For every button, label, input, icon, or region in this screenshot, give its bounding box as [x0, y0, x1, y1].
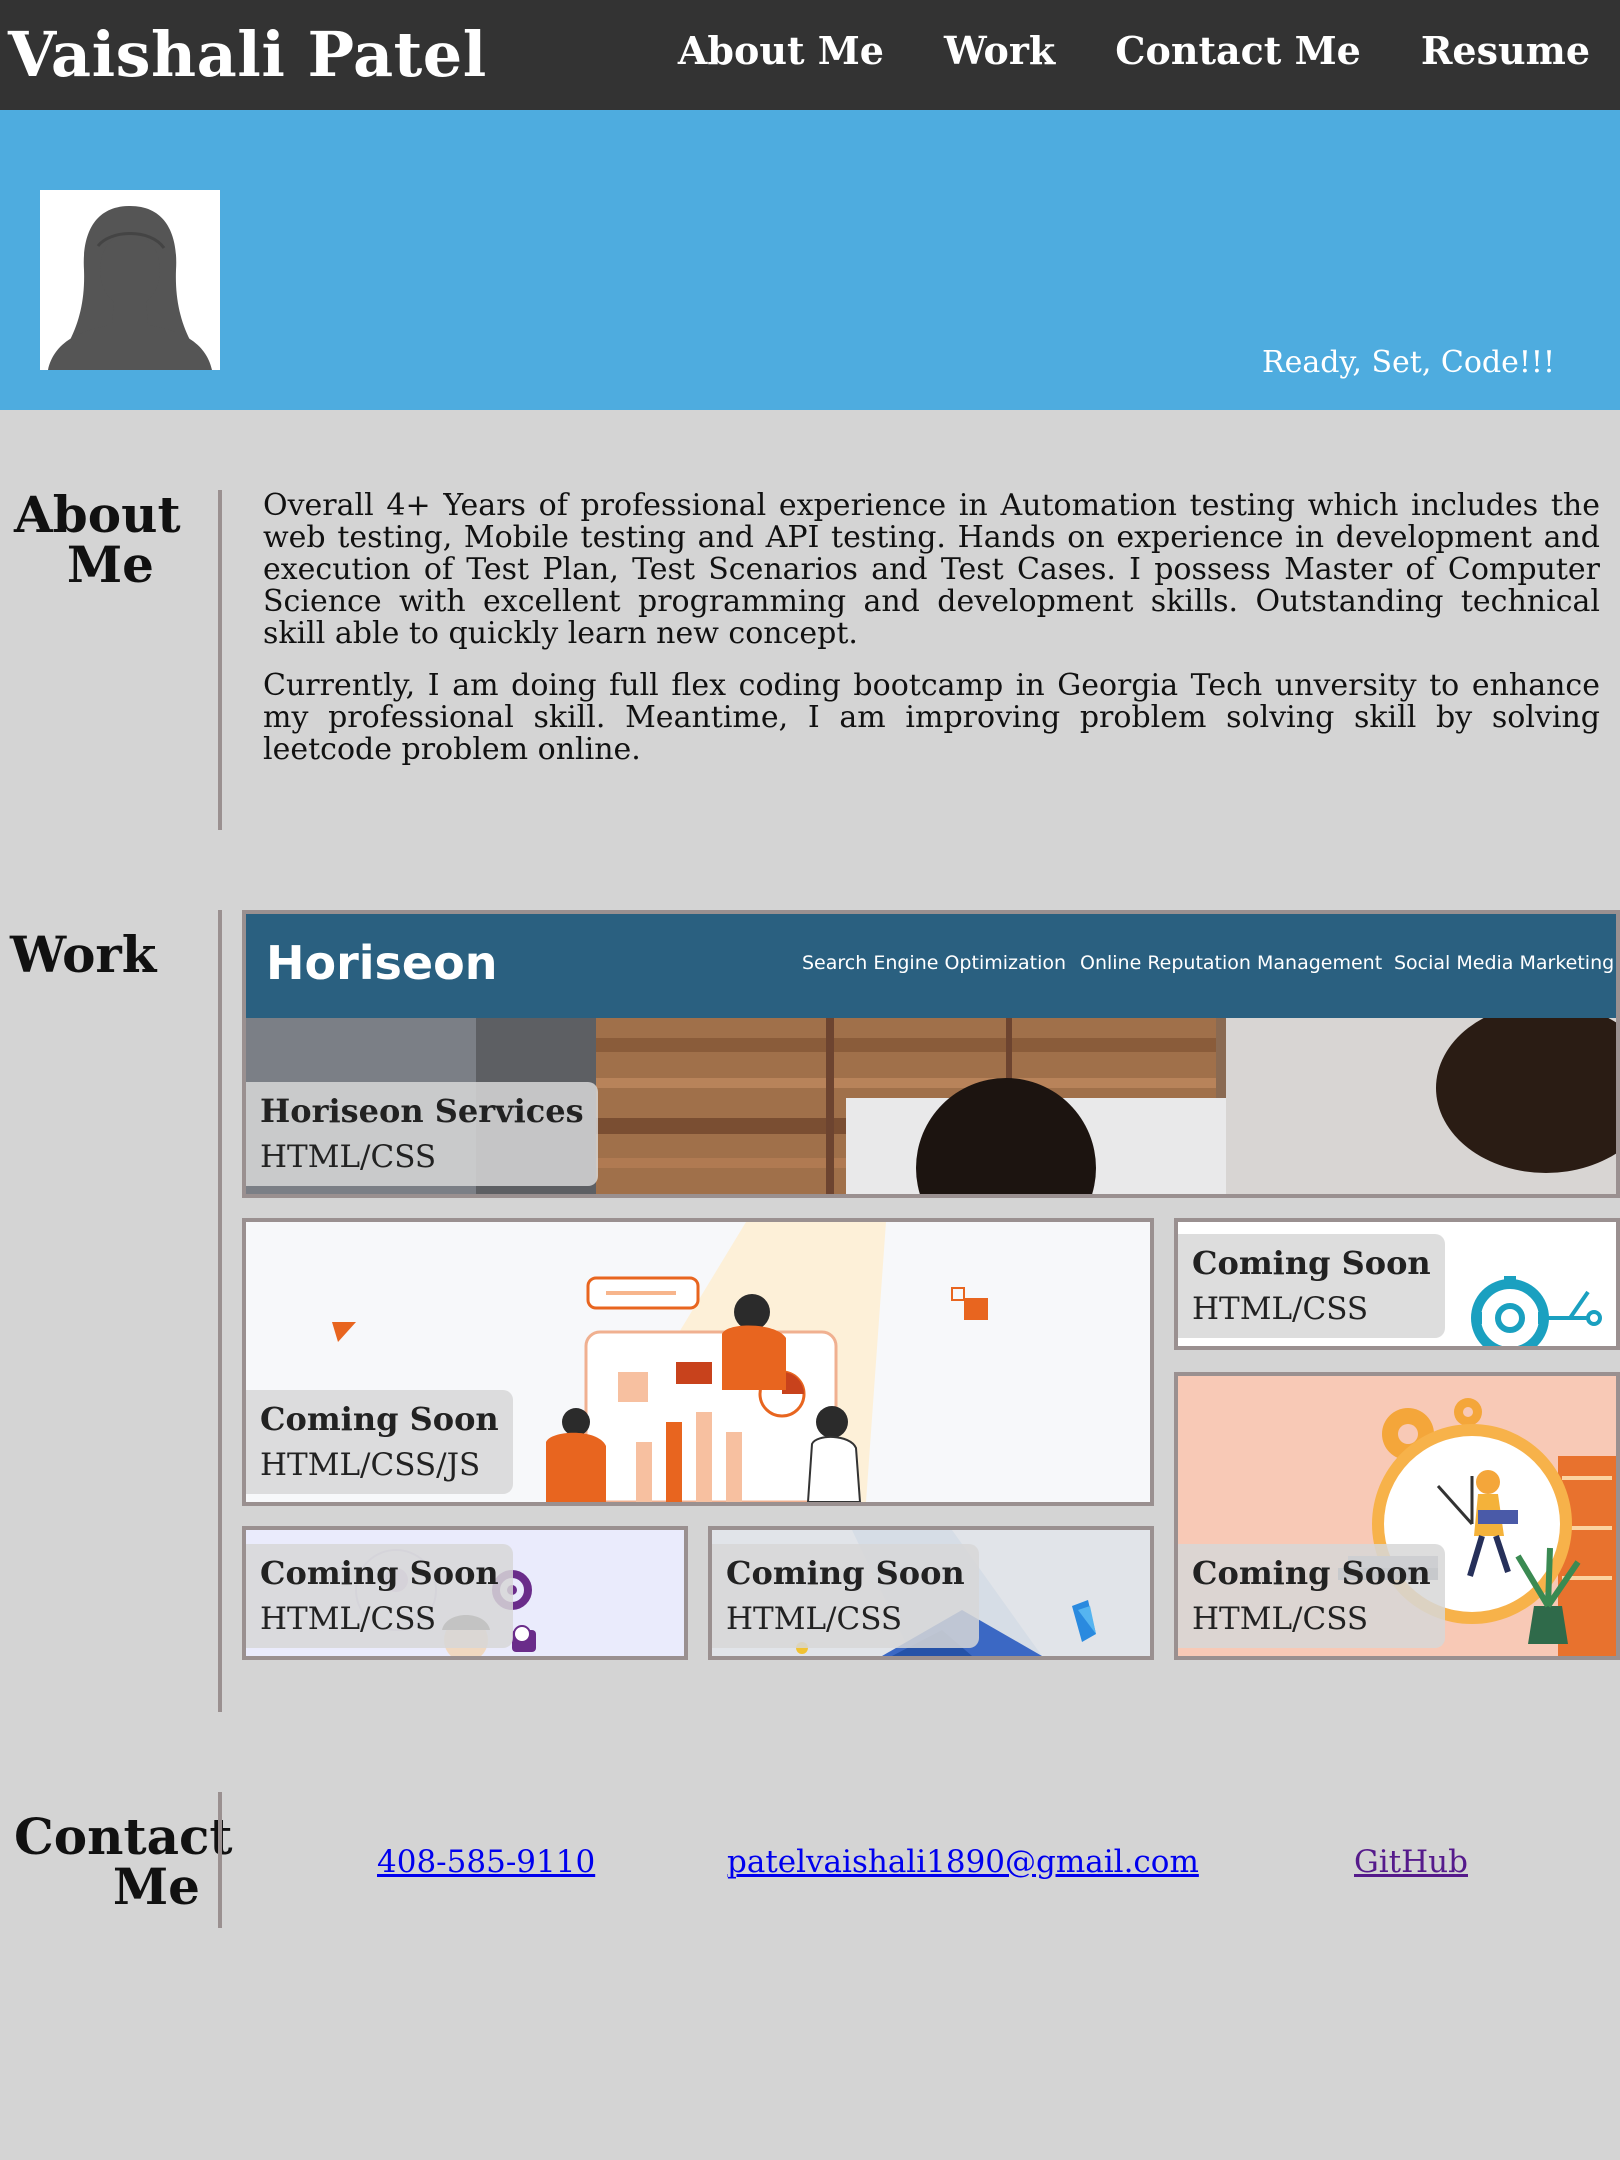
project-label-5: Coming Soon HTML/CSS — [1178, 1544, 1445, 1648]
project-tech: HTML/CSS/JS — [260, 1447, 481, 1483]
site-header: Vaishali Patel About Me Work Contact Me … — [0, 0, 1620, 110]
github-link[interactable]: GitHub — [1354, 1838, 1468, 1886]
horiseon-logo: Horiseon — [266, 936, 498, 990]
nav-about-me[interactable]: About Me — [678, 28, 884, 73]
contact-divider — [218, 1792, 222, 1928]
project-card-3[interactable]: Coming Soon HTML/CSS — [242, 1526, 688, 1660]
project-title: Horiseon Services — [260, 1092, 584, 1130]
about-text: Overall 4+ Years of professional experie… — [263, 490, 1600, 786]
nav-resume[interactable]: Resume — [1421, 28, 1590, 73]
project-title: Coming Soon — [1192, 1244, 1431, 1282]
project-title: Coming Soon — [260, 1554, 499, 1592]
project-label-4: Coming Soon HTML/CSS — [712, 1544, 979, 1648]
phone-link[interactable]: 408-585-9110 — [377, 1838, 595, 1886]
project-label-horiseon: Horiseon Services HTML/CSS — [246, 1082, 598, 1186]
email-link[interactable]: patelvaishali1890@gmail.com — [727, 1838, 1199, 1886]
project-title: Coming Soon — [726, 1554, 965, 1592]
about-paragraph-2: Currently, I am doing full flex coding b… — [263, 668, 1600, 767]
work-divider — [218, 910, 222, 1712]
nav-work[interactable]: Work — [944, 28, 1055, 73]
project-card-5[interactable]: Coming Soon HTML/CSS — [1174, 1372, 1620, 1660]
horiseon-nav-reputation: Online Reputation Management — [1080, 952, 1383, 974]
project-title: Coming Soon — [260, 1400, 499, 1438]
about-paragraph-1: Overall 4+ Years of professional experie… — [263, 488, 1600, 651]
project-card-4[interactable]: Coming Soon HTML/CSS — [708, 1526, 1154, 1660]
project-card-horiseon[interactable]: Horiseon Search Engine Optimization Onli… — [242, 910, 1620, 1198]
hero-banner: Ready, Set, Code!!! — [0, 110, 1620, 410]
project-tech: HTML/CSS — [260, 1601, 437, 1637]
project-label-3: Coming Soon HTML/CSS — [246, 1544, 513, 1648]
project-tech: HTML/CSS — [260, 1139, 437, 1175]
work-section-title: Work — [10, 925, 157, 984]
project-card-2[interactable]: Coming Soon HTML/CSS — [1174, 1218, 1620, 1350]
project-title: Coming Soon — [1192, 1554, 1431, 1592]
horiseon-screenshot-header: Horiseon Search Engine Optimization Onli… — [246, 914, 1616, 1018]
project-tech: HTML/CSS — [726, 1601, 903, 1637]
project-tech: HTML/CSS — [1192, 1601, 1369, 1637]
horiseon-nav-seo: Search Engine Optimization — [802, 952, 1067, 974]
project-label-2: Coming Soon HTML/CSS — [1178, 1234, 1445, 1338]
hero-tagline: Ready, Set, Code!!! — [1262, 345, 1556, 380]
project-label-1: Coming Soon HTML/CSS/JS — [246, 1390, 513, 1494]
main-nav: About Me Work Contact Me Resume — [678, 0, 1590, 100]
contact-section-title: Contact Me — [14, 1807, 233, 1916]
project-card-1[interactable]: Coming Soon HTML/CSS/JS — [242, 1218, 1154, 1506]
project-tech: HTML/CSS — [1192, 1291, 1369, 1327]
nav-contact-me[interactable]: Contact Me — [1115, 28, 1361, 73]
female-silhouette-icon — [40, 190, 220, 370]
about-section-title: About Me — [14, 485, 181, 594]
about-divider — [218, 490, 222, 830]
horiseon-nav-social: Social Media Marketing — [1394, 952, 1615, 974]
site-title: Vaishali Patel — [8, 18, 487, 91]
